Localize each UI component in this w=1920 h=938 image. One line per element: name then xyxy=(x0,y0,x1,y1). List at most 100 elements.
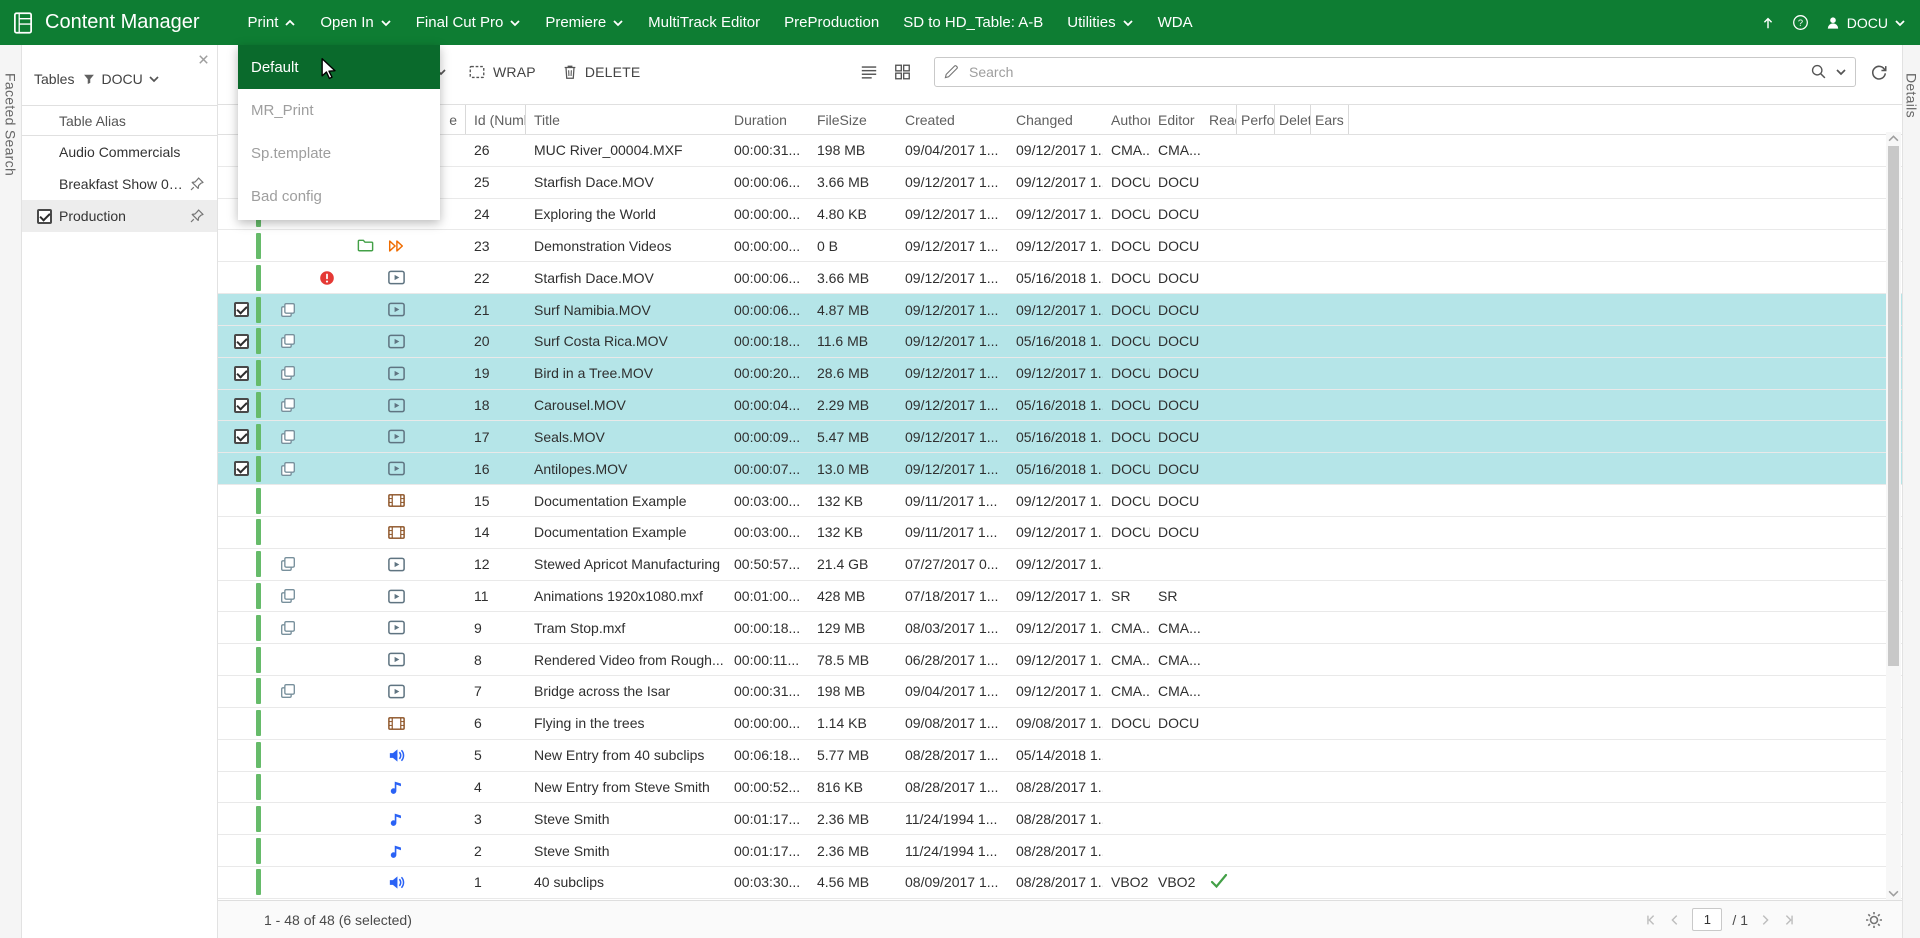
chevron-down-icon[interactable] xyxy=(1835,66,1847,78)
table-row[interactable]: 21 Surf Namibia.MOV 00:00:06... 4.87 MB … xyxy=(218,294,1902,326)
row-checkbox[interactable] xyxy=(234,334,249,349)
table-row[interactable]: 6 Flying in the trees 00:00:00... 1.14 K… xyxy=(218,708,1902,740)
row-checkbox-cell[interactable] xyxy=(226,398,256,413)
tables-filter[interactable]: DOCU xyxy=(82,71,159,87)
column-header-filesize[interactable]: FileSize xyxy=(809,105,897,134)
cell-filesize: 2.36 MB xyxy=(809,843,897,859)
table-row[interactable]: 1 40 subclips 00:03:30... 4.56 MB 08/09/… xyxy=(218,867,1902,899)
table-row[interactable]: 7 Bridge across the Isar 00:00:31... 198… xyxy=(218,676,1902,708)
table-row[interactable]: 23 Demonstration Videos 00:00:00... 0 B … xyxy=(218,230,1902,262)
nav-menu-multitrack-editor[interactable]: MultiTrack Editor xyxy=(636,0,772,45)
nav-menu-open-in[interactable]: Open In xyxy=(308,0,403,45)
table-row[interactable]: 25 Starfish Dace.MOV 00:00:06... 3.66 MB… xyxy=(218,167,1902,199)
nav-menu-wda[interactable]: WDA xyxy=(1146,0,1205,45)
table-checkbox[interactable] xyxy=(37,209,52,224)
table-row[interactable]: 12 Stewed Apricot Manufacturing 00:50:57… xyxy=(218,549,1902,581)
vertical-scrollbar[interactable] xyxy=(1886,132,1901,900)
row-checkbox[interactable] xyxy=(234,398,249,413)
settings-icon[interactable] xyxy=(1864,910,1884,930)
nav-menu-premiere[interactable]: Premiere xyxy=(533,0,636,45)
scroll-up-icon[interactable] xyxy=(1888,135,1899,142)
nav-menu-final-cut-pro[interactable]: Final Cut Pro xyxy=(404,0,534,45)
cell-duration: 00:03:30... xyxy=(726,874,809,890)
column-header-duration[interactable]: Duration xyxy=(726,105,809,134)
column-header-changed[interactable]: Changed xyxy=(1008,105,1103,134)
row-checkbox[interactable] xyxy=(234,429,249,444)
nav-menu-utilities[interactable]: Utilities xyxy=(1055,0,1145,45)
scrollbar-thumb[interactable] xyxy=(1888,146,1899,666)
table-row[interactable]: 15 Documentation Example 00:03:00... 132… xyxy=(218,485,1902,517)
cell-filesize: 4.56 MB xyxy=(809,874,897,890)
table-alias-label: Breakfast Show 06... xyxy=(59,176,183,192)
table-row[interactable]: 22 Starfish Dace.MOV 00:00:06... 3.66 MB… xyxy=(218,262,1902,294)
table-color-bar xyxy=(256,678,261,704)
column-header-id[interactable]: Id (Numb xyxy=(466,105,526,134)
row-checkbox-cell[interactable] xyxy=(226,429,256,444)
table-row[interactable]: 20 Surf Costa Rica.MOV 00:00:18... 11.6 … xyxy=(218,326,1902,358)
table-alias-item-production[interactable]: Production xyxy=(22,200,217,232)
nav-menu-preproduction[interactable]: PreProduction xyxy=(772,0,891,45)
scroll-down-icon[interactable] xyxy=(1888,890,1899,897)
pin-icon[interactable] xyxy=(189,176,205,192)
nav-menu-print[interactable]: Print xyxy=(236,0,309,45)
pin-icon[interactable] xyxy=(189,208,205,224)
refresh-icon[interactable] xyxy=(1870,63,1888,81)
table-row[interactable]: 24 Exploring the World 00:00:00... 4.80 … xyxy=(218,199,1902,231)
help-icon[interactable]: ? xyxy=(1792,14,1809,31)
table-row[interactable]: 3 Steve Smith 00:01:17... 2.36 MB 11/24/… xyxy=(218,803,1902,835)
grid-view-icon[interactable] xyxy=(893,63,912,81)
list-view-icon[interactable] xyxy=(859,63,879,81)
up-arrow-icon[interactable] xyxy=(1760,15,1776,31)
column-header-read[interactable]: Read xyxy=(1205,105,1237,134)
row-checkbox-cell[interactable] xyxy=(226,461,256,476)
print-menu-item-mr-print[interactable]: MR_Print xyxy=(238,89,440,132)
cell-filesize: 4.87 MB xyxy=(809,302,897,318)
table-row[interactable]: 19 Bird in a Tree.MOV 00:00:20... 28.6 M… xyxy=(218,358,1902,390)
row-checkbox-cell[interactable] xyxy=(226,334,256,349)
close-icon[interactable] xyxy=(197,53,210,66)
row-checkbox[interactable] xyxy=(234,366,249,381)
table-row[interactable]: 2 Steve Smith 00:01:17... 2.36 MB 11/24/… xyxy=(218,835,1902,867)
table-row[interactable]: 14 Documentation Example 00:03:00... 132… xyxy=(218,517,1902,549)
faceted-search-strip[interactable]: Faceted Search xyxy=(0,45,22,938)
table-alias-item-audio-commercials[interactable]: Audio Commercials xyxy=(22,136,217,168)
column-header-perfo[interactable]: Perfo xyxy=(1237,105,1275,134)
first-page-icon[interactable] xyxy=(1644,913,1658,927)
row-checkbox[interactable] xyxy=(234,302,249,317)
cell-title: Documentation Example xyxy=(526,493,726,509)
search-input[interactable] xyxy=(967,63,1802,81)
next-page-icon[interactable] xyxy=(1758,913,1772,927)
print-menu-item-bad-config[interactable]: Bad config xyxy=(238,175,440,218)
cell-created: 06/28/2017 1... xyxy=(897,652,1008,668)
print-menu-item-sp-template[interactable]: Sp.template xyxy=(238,132,440,175)
column-header-editor[interactable]: Editor xyxy=(1150,105,1205,134)
table-row[interactable]: 4 New Entry from Steve Smith 00:00:52...… xyxy=(218,772,1902,804)
row-checkbox[interactable] xyxy=(234,461,249,476)
table-row[interactable]: 16 Antilopes.MOV 00:00:07... 13.0 MB 09/… xyxy=(218,453,1902,485)
prev-page-icon[interactable] xyxy=(1668,913,1682,927)
table-row[interactable]: 26 MUC River_00004.MXF 00:00:31... 198 M… xyxy=(218,135,1902,167)
nav-menu-sd-to-hd-table-a-b[interactable]: SD to HD_Table: A-B xyxy=(891,0,1055,45)
table-row[interactable]: 11 Animations 1920x1080.mxf 00:01:00... … xyxy=(218,581,1902,613)
column-header-author[interactable]: Author xyxy=(1103,105,1150,134)
last-page-icon[interactable] xyxy=(1782,913,1796,927)
table-row[interactable]: 8 Rendered Video from Rough... 00:00:11.… xyxy=(218,644,1902,676)
row-checkbox-cell[interactable] xyxy=(226,366,256,381)
column-header-title[interactable]: Title xyxy=(526,105,726,134)
wrap-button[interactable]: WRAP xyxy=(462,62,542,82)
table-row[interactable]: 18 Carousel.MOV 00:00:04... 2.29 MB 09/1… xyxy=(218,390,1902,422)
table-alias-column-header[interactable]: Table Alias xyxy=(22,105,217,136)
user-menu[interactable]: DOCU xyxy=(1825,15,1906,31)
column-header-ears[interactable]: Ears xyxy=(1311,105,1349,134)
table-row[interactable]: 9 Tram Stop.mxf 00:00:18... 129 MB 08/03… xyxy=(218,612,1902,644)
delete-button[interactable]: DELETE xyxy=(556,62,647,82)
row-checkbox-cell[interactable] xyxy=(226,302,256,317)
table-alias-item-breakfast-show-06[interactable]: Breakfast Show 06... xyxy=(22,168,217,200)
table-row[interactable]: 17 Seals.MOV 00:00:09... 5.47 MB 09/12/2… xyxy=(218,421,1902,453)
table-row[interactable]: 5 New Entry from 40 subclips 00:06:18...… xyxy=(218,740,1902,772)
search-icon[interactable] xyxy=(1810,63,1827,80)
column-header-delet[interactable]: Delet xyxy=(1275,105,1311,134)
column-header-created[interactable]: Created xyxy=(897,105,1008,134)
details-strip[interactable]: Details xyxy=(1902,45,1920,938)
page-input[interactable] xyxy=(1692,908,1722,931)
